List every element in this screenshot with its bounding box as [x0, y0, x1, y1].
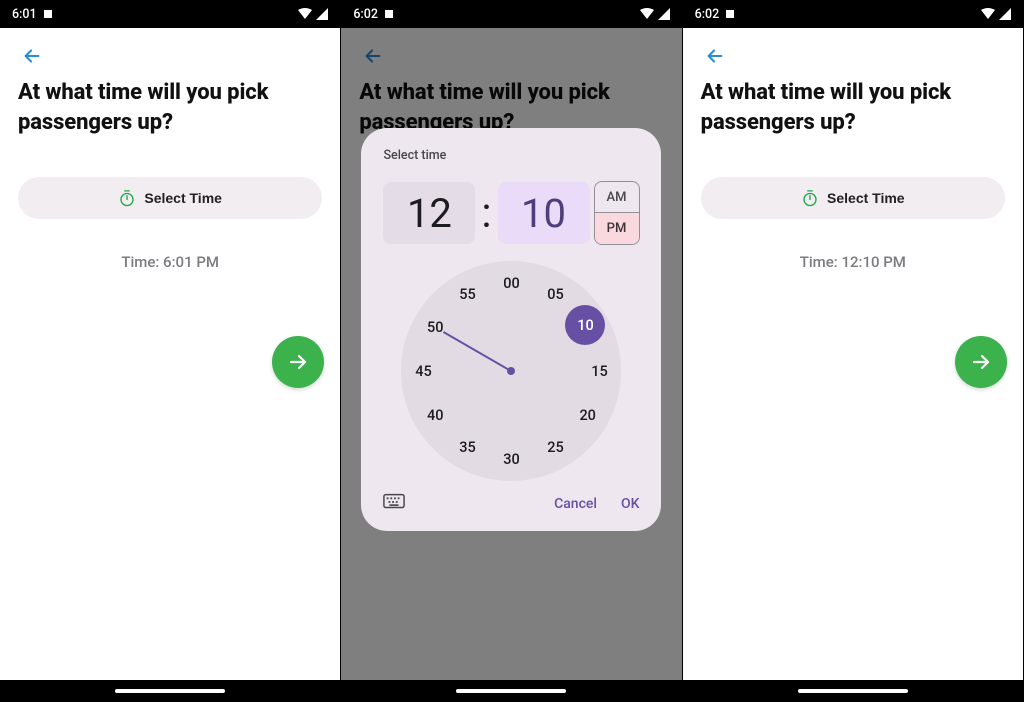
next-fab[interactable] — [272, 336, 324, 388]
clock-number[interactable]: 30 — [496, 444, 526, 474]
wifi-icon — [298, 8, 312, 20]
selected-time-label: Time: 6:01 PM — [18, 253, 322, 271]
status-bar: 6:01 — [0, 0, 340, 28]
gesture-nav-bar — [341, 680, 681, 702]
clock-hand — [443, 331, 512, 372]
cancel-button[interactable]: Cancel — [554, 496, 597, 512]
select-time-button[interactable]: Select Time — [18, 177, 322, 219]
notification-icon — [384, 9, 394, 19]
gesture-nav-bar — [0, 680, 340, 702]
clock-number[interactable]: 05 — [540, 280, 570, 310]
time-picker-dialog: Select time 12 : 10 AM PM 10 00 05 15 2025 3… — [361, 128, 661, 531]
clock-number[interactable]: 25 — [540, 432, 570, 462]
dialog-title: Select time — [383, 148, 639, 163]
clock-number[interactable]: 20 — [573, 400, 603, 430]
select-time-label: Select Time — [144, 190, 222, 206]
arrow-left-icon — [21, 45, 43, 67]
pm-button[interactable]: PM — [595, 213, 639, 244]
ampm-toggle: AM PM — [594, 181, 640, 245]
notification-icon — [43, 9, 53, 19]
clock-number[interactable]: 50 — [420, 312, 450, 342]
signal-icon — [658, 8, 670, 20]
page-title: At what time will you pick passengers up… — [18, 78, 322, 137]
keyboard-icon — [383, 493, 405, 511]
status-bar: 6:02 — [341, 0, 681, 28]
signal-icon — [316, 8, 328, 20]
clock-selector-knob[interactable]: 10 — [565, 305, 605, 345]
status-time: 6:02 — [353, 7, 378, 22]
clock-number[interactable]: 40 — [420, 400, 450, 430]
hour-display[interactable]: 12 — [383, 182, 475, 244]
select-time-label: Select Time — [827, 190, 905, 206]
clock-number[interactable]: 15 — [584, 356, 614, 386]
signal-icon — [999, 8, 1011, 20]
status-bar: 6:02 — [683, 0, 1023, 28]
wifi-icon — [640, 8, 654, 20]
timer-icon — [118, 189, 136, 207]
back-button[interactable] — [18, 42, 46, 70]
time-colon: : — [479, 189, 493, 238]
status-time: 6:02 — [695, 7, 720, 22]
home-indicator[interactable] — [115, 689, 225, 693]
clock-face[interactable]: 10 00 05 15 2025 30 3540 45 5055 — [401, 261, 621, 481]
notification-icon — [725, 9, 735, 19]
back-button[interactable] — [701, 42, 729, 70]
select-time-button[interactable]: Select Time — [701, 177, 1005, 219]
arrow-right-icon — [969, 350, 993, 374]
keyboard-input-button[interactable] — [383, 493, 405, 515]
clock-number[interactable]: 55 — [452, 280, 482, 310]
clock-center-dot — [507, 367, 515, 375]
minute-display[interactable]: 10 — [498, 182, 590, 244]
arrow-left-icon — [704, 45, 726, 67]
clock-number[interactable]: 45 — [408, 356, 438, 386]
arrow-right-icon — [286, 350, 310, 374]
page-title: At what time will you pick passengers up… — [701, 78, 1005, 137]
status-time: 6:01 — [12, 7, 37, 22]
clock-number[interactable]: 35 — [452, 432, 482, 462]
home-indicator[interactable] — [456, 689, 566, 693]
am-button[interactable]: AM — [595, 182, 639, 213]
gesture-nav-bar — [683, 680, 1023, 702]
home-indicator[interactable] — [798, 689, 908, 693]
selected-time-label: Time: 12:10 PM — [701, 253, 1005, 271]
clock-number[interactable]: 00 — [496, 268, 526, 298]
ok-button[interactable]: OK — [621, 496, 640, 512]
wifi-icon — [981, 8, 995, 20]
next-fab[interactable] — [955, 336, 1007, 388]
timer-icon — [801, 189, 819, 207]
